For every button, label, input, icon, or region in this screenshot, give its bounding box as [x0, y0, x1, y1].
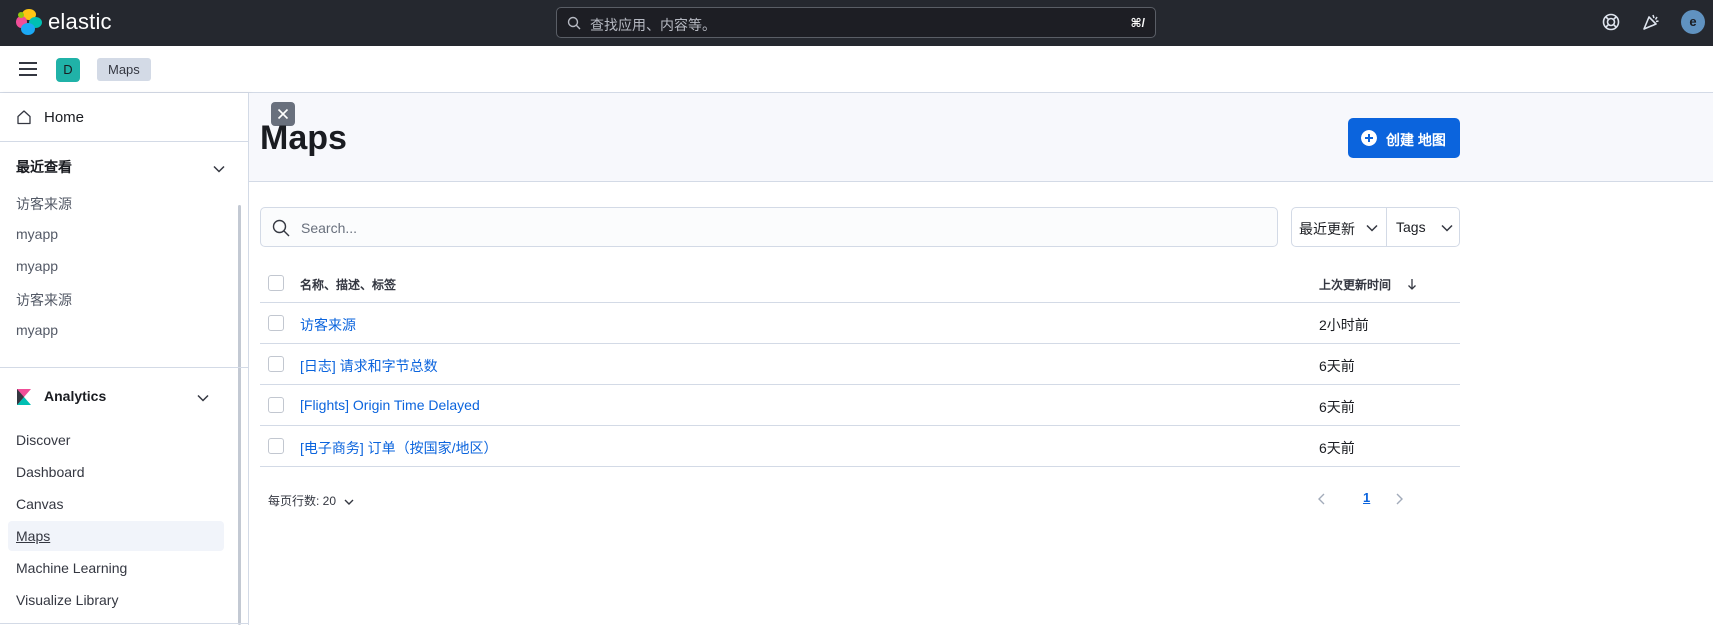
table-row: [电子商务] 订单（按国家/地区） 6天前	[260, 426, 1460, 467]
sidebar-item-maps[interactable]: Maps	[16, 528, 50, 544]
filter-separator	[1386, 208, 1387, 246]
sidebar-item-home[interactable]: Home	[0, 93, 248, 142]
sidebar-divider	[0, 367, 248, 368]
map-title-link[interactable]: 访客来源	[300, 315, 356, 335]
rows-per-page-button[interactable]: 每页行数: 20	[268, 492, 355, 509]
search-input[interactable]: Search...	[260, 207, 1278, 247]
home-icon	[17, 110, 31, 125]
updated-time: 2小时前	[1319, 317, 1369, 333]
brand-name: elastic	[48, 9, 112, 34]
page-number-button[interactable]: 1	[1363, 490, 1370, 505]
chevron-down-icon[interactable]	[212, 162, 226, 176]
plus-in-circle-icon	[1361, 130, 1377, 146]
global-search-input[interactable]: 查找应用、内容等。 ⌘/	[556, 7, 1156, 38]
create-map-label: 创建 地图	[1386, 132, 1446, 148]
chevron-down-icon	[1441, 224, 1453, 232]
page-title: Maps	[260, 119, 347, 157]
table-row: 访客来源 2小时前	[260, 303, 1460, 344]
news-feed-icon[interactable]	[1641, 12, 1661, 32]
sidebar-item-machine-learning[interactable]: Machine Learning	[16, 560, 127, 576]
sidebar-divider	[0, 623, 248, 624]
filter-group: 最近更新 Tags	[1291, 207, 1460, 247]
chevron-down-icon[interactable]	[196, 391, 210, 405]
sort-descending-icon[interactable]	[1406, 278, 1418, 290]
kibana-logo-icon	[17, 389, 31, 405]
map-title-link[interactable]: [日志] 请求和字节总数	[300, 356, 438, 376]
row-checkbox[interactable]	[268, 438, 284, 454]
search-placeholder: Search...	[301, 220, 358, 236]
sidebar-recent-item[interactable]: myapp	[16, 258, 58, 274]
sidebar-item-canvas[interactable]: Canvas	[16, 496, 63, 512]
breadcrumb-bar: D Maps	[0, 46, 1713, 93]
page-header: Maps 创建 地图	[249, 93, 1713, 182]
sort-filter-button[interactable]: 最近更新	[1299, 219, 1355, 239]
sidebar-recent-item[interactable]: 访客来源	[16, 194, 72, 214]
tags-filter-button[interactable]: Tags	[1396, 219, 1426, 235]
updated-time: 6天前	[1319, 440, 1355, 456]
sidebar-item-dashboard[interactable]: Dashboard	[16, 464, 85, 480]
sidebar-recent-item[interactable]: 访客来源	[16, 290, 72, 310]
elastic-logo[interactable]: elastic	[16, 9, 112, 35]
create-map-button[interactable]: 创建 地图	[1348, 118, 1460, 158]
user-avatar[interactable]: e	[1681, 10, 1705, 34]
search-shortcut: ⌘/	[1130, 16, 1145, 30]
select-all-checkbox[interactable]	[268, 275, 284, 291]
sidebar-item-discover[interactable]: Discover	[16, 432, 70, 448]
map-title-link[interactable]: [Flights] Origin Time Delayed	[300, 397, 480, 413]
global-search-placeholder: 查找应用、内容等。	[590, 17, 716, 33]
recent-section-title[interactable]: 最近查看	[16, 157, 72, 177]
breadcrumb: Maps	[97, 58, 151, 81]
space-avatar[interactable]: D	[56, 58, 80, 82]
pagination: 1	[1298, 490, 1458, 510]
search-icon	[567, 16, 581, 30]
row-checkbox[interactable]	[268, 315, 284, 331]
table-header: 名称、描述、标签 上次更新时间	[260, 263, 1460, 303]
rows-per-page-label: 每页行数: 20	[268, 494, 337, 508]
sidebar-recent-item[interactable]: myapp	[16, 226, 58, 242]
updated-time: 6天前	[1319, 358, 1355, 374]
analytics-scrollbar[interactable]	[238, 373, 241, 625]
row-checkbox[interactable]	[268, 356, 284, 372]
map-title-link[interactable]: [电子商务] 订单（按国家/地区）	[300, 438, 498, 458]
analytics-section-title[interactable]: Analytics	[44, 388, 106, 404]
table-row: [日志] 请求和字节总数 6天前	[260, 344, 1460, 385]
help-icon[interactable]	[1601, 12, 1621, 32]
column-header-name[interactable]: 名称、描述、标签	[300, 276, 396, 293]
table-row: [Flights] Origin Time Delayed 6天前	[260, 385, 1460, 426]
updated-time: 6天前	[1319, 399, 1355, 415]
elastic-logo-icon	[16, 9, 42, 35]
main-content: Maps 创建 地图 Search... 最近更新 Tags 名称、描述、标签 …	[249, 93, 1713, 625]
side-nav: Home 最近查看 访客来源 myapp myapp 访客来源 myapp An…	[0, 93, 249, 625]
chevron-left-icon[interactable]	[1316, 492, 1328, 506]
search-icon	[272, 219, 290, 237]
top-header: elastic 查找应用、内容等。 ⌘/ e	[0, 0, 1713, 46]
sidebar-home-label: Home	[44, 109, 85, 126]
menu-toggle-icon[interactable]	[19, 62, 37, 76]
row-checkbox[interactable]	[268, 397, 284, 413]
sidebar-item-visualize-library[interactable]: Visualize Library	[16, 592, 118, 608]
column-header-updated[interactable]: 上次更新时间	[1319, 276, 1391, 293]
chevron-right-icon[interactable]	[1393, 492, 1405, 506]
sidebar-recent-item[interactable]: myapp	[16, 322, 58, 338]
recent-scrollbar[interactable]	[238, 205, 241, 385]
chevron-down-icon	[1366, 224, 1378, 232]
chevron-down-icon	[344, 499, 354, 505]
